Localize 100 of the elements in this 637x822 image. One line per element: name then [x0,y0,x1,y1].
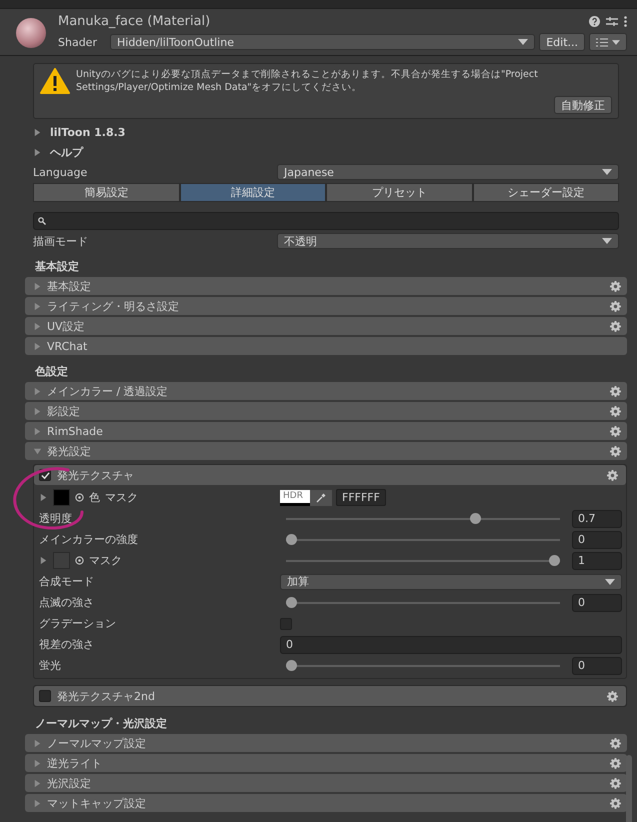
collapsed-arrow-icon[interactable] [33,758,42,768]
foldout-header[interactable]: RimShade [25,422,627,440]
blend-mode-dropdown[interactable]: 加算 [280,574,622,590]
foldout-header[interactable]: 発光設定 [25,442,627,460]
material-preview-sphere [16,18,46,48]
value-field[interactable]: 0 [572,594,622,612]
foldout-header[interactable]: VRChat [25,337,627,355]
settings-icon[interactable] [610,280,621,292]
list-icon [596,38,608,46]
foldout-header[interactable]: 影設定 [25,402,627,420]
property-label: 合成モード [39,574,94,589]
render-mode-label: 描画モード [33,234,89,248]
collapsed-arrow-icon[interactable] [33,798,42,808]
help-icon[interactable] [589,16,600,27]
collapsed-arrow-icon[interactable] [33,282,42,290]
object-picker-icon[interactable] [75,493,84,502]
value-field[interactable]: 0 [572,530,622,548]
foldout-header[interactable]: UV設定 [25,317,627,335]
list-menu-button[interactable] [589,33,627,51]
object-picker-icon[interactable] [75,556,84,565]
value-field[interactable]: 0.7 [572,510,622,528]
settings-icon[interactable] [610,758,621,768]
slider-thumb[interactable] [286,597,297,608]
slider-thumb[interactable] [286,534,297,545]
section-title: 色設定 [34,364,69,380]
foldout-header[interactable]: 光沢設定 [25,774,627,792]
foldout-header[interactable]: 基本設定 [25,277,627,295]
collapsed-arrow-icon[interactable] [33,426,42,436]
collapsed-arrow-icon[interactable] [33,322,42,330]
foldout-header[interactable]: マットキャップ設定 [25,794,627,812]
window-title: Manuka_face (Material) [58,14,212,29]
collapsed-arrow-icon[interactable] [39,556,48,565]
section-title: 基本設定 [34,259,80,275]
value-field[interactable]: 0 [280,636,622,654]
property-label: メインカラーの強度 [39,532,138,547]
slider-thumb[interactable] [286,660,297,671]
section-title: ノーマルマップ・光沢設定 [34,716,168,732]
caret-icon [602,169,612,175]
edit-button[interactable]: Edit... [539,33,585,51]
search-field[interactable] [33,212,619,230]
render-mode-dropdown[interactable]: 不透明 [277,233,619,249]
eyedropper-icon[interactable] [310,490,332,506]
foldout-header[interactable]: ライティング・明るさ設定 [25,297,627,315]
group-title: 発光テクスチャ [57,468,135,482]
settings-icon[interactable] [610,386,621,396]
settings-icon[interactable] [610,738,621,748]
foldout-label[interactable]: ヘルプ [50,144,83,160]
checkbox[interactable] [39,690,51,702]
collapsed-arrow-icon[interactable] [33,406,42,416]
foldout-header[interactable]: 逆光ライト [25,754,627,772]
more-menu-icon[interactable] [624,16,627,27]
scrollbar-thumb[interactable] [626,755,632,822]
property-label: 色 [89,490,100,505]
settings-icon[interactable] [610,426,621,436]
property-label: マスク [105,490,138,505]
value-field[interactable]: 1 [572,552,622,570]
settings-icon[interactable] [610,406,621,416]
foldout-label[interactable]: lilToon 1.8.3 [50,126,126,138]
collapsed-arrow-icon[interactable] [33,342,42,350]
settings-icon[interactable] [610,798,621,808]
preset-icon[interactable] [606,16,618,27]
hex-field[interactable]: FFFFFF [336,489,386,506]
settings-icon[interactable] [610,300,621,312]
value-field[interactable]: 0 [572,656,622,674]
collapsed-arrow-icon[interactable] [33,738,42,748]
tab[interactable]: プリセット [326,183,472,202]
property-label: 透明度 [39,511,72,526]
slider-thumb[interactable] [549,555,560,566]
search-icon [38,217,46,225]
color-swatch[interactable]: HDR [280,490,310,506]
shader-dropdown[interactable]: Hidden/lilToonOutline [110,34,536,50]
caret-icon [612,40,620,44]
collapsed-arrow-icon[interactable] [33,128,42,136]
caret-icon [602,238,612,244]
foldout-header[interactable]: ノーマルマップ設定 [25,734,627,752]
settings-icon[interactable] [610,446,621,456]
checkbox[interactable] [280,618,292,630]
settings-icon[interactable] [607,690,618,702]
language-dropdown[interactable]: Japanese [277,164,619,180]
tab[interactable]: 簡易設定 [33,183,180,202]
settings-icon[interactable] [610,778,621,788]
property-label: 点滅の強さ [39,595,94,610]
settings-icon[interactable] [610,320,621,332]
slider-thumb[interactable] [470,513,482,524]
tab[interactable]: シェーダー設定 [472,183,619,202]
collapsed-arrow-icon[interactable] [33,386,42,396]
collapsed-arrow-icon[interactable] [33,148,42,156]
settings-icon[interactable] [607,470,618,480]
auto-fix-button[interactable]: 自動修正 [554,96,612,114]
collapsed-arrow-icon[interactable] [33,302,42,310]
tab[interactable]: 詳細設定 [180,183,326,202]
expanded-arrow-icon[interactable] [33,446,42,456]
caret-icon [518,39,528,45]
group-title: 発光テクスチャ2nd [57,688,156,704]
caret-icon [605,578,615,584]
shader-label: Shader [58,36,98,48]
collapsed-arrow-icon[interactable] [33,778,42,788]
property-label: グラデーション [39,616,116,631]
foldout-header[interactable]: メインカラー / 透過設定 [25,382,627,400]
collapsed-arrow-icon[interactable] [39,493,48,502]
